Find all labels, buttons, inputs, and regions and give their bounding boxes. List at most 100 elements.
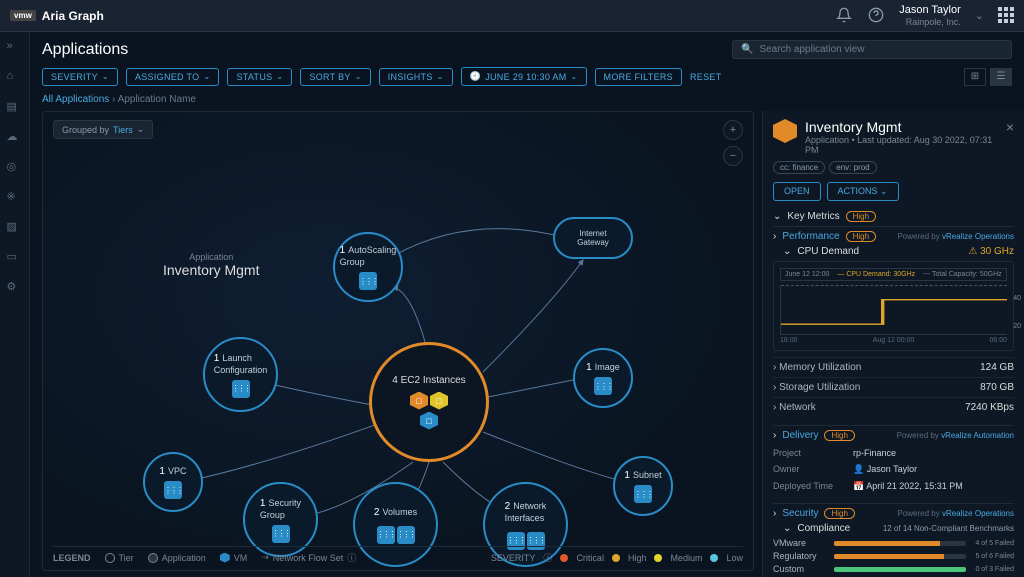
reset-button[interactable]: RESET [690, 72, 722, 82]
view-graph-button[interactable]: ⊞ [964, 68, 986, 86]
grid-icon [272, 525, 290, 543]
cloud-icon[interactable]: ☁ [7, 130, 23, 146]
apps-grid-icon[interactable] [998, 7, 1014, 23]
breadcrumb-root[interactable]: All Applications [42, 94, 109, 105]
zoom-in-button[interactable]: + [723, 120, 743, 140]
sidebar: » ⌂ ▤ ☁ ◎ ※ ▨ ▭ ⚙ [0, 32, 30, 577]
user-name: Jason Taylor [899, 4, 961, 17]
grid-icon [164, 481, 182, 499]
grid-icon [594, 377, 612, 395]
grouped-by-select[interactable]: Grouped by Tiers ⌄ [53, 120, 153, 139]
info-owner: Owner👤 Jason Taylor [773, 461, 1014, 478]
product-logo[interactable]: vmw Aria Graph [10, 9, 104, 23]
key-metrics-header[interactable]: ⌄ Key Metrics High [773, 211, 1014, 222]
node-subnet[interactable]: 1 Subnet [613, 456, 673, 516]
grid-icon [397, 526, 415, 544]
breadcrumb: All Applications › Application Name [30, 94, 1024, 111]
close-icon[interactable]: × [1006, 119, 1014, 135]
chevron-down-icon: ⌄ [102, 72, 109, 81]
app-label: Application Inventory Mgmt [163, 252, 259, 278]
compliance-regulatory: Regulatory5 of 6 Failed [773, 551, 1014, 561]
node-autoscaling[interactable]: 1 AutoScaling Group [333, 232, 403, 302]
filter-severity[interactable]: SEVERITY⌄ [42, 68, 118, 86]
legend: LEGEND Tier Application VM ⇢Network Flow… [53, 546, 743, 564]
metric-network[interactable]: › Network7240 KBps [773, 397, 1014, 417]
chevron-down-icon: ⌄ [137, 124, 145, 135]
filter-assigned[interactable]: ASSIGNED TO⌄ [126, 68, 220, 86]
zoom-out-button[interactable]: − [723, 146, 743, 166]
powered-link[interactable]: vRealize Operations [942, 232, 1014, 241]
info-icon[interactable]: ⓘ [543, 551, 552, 564]
grid-icon [634, 485, 652, 503]
link-icon[interactable]: ※ [7, 190, 23, 206]
filter-insights[interactable]: INSIGHTS⌄ [379, 68, 453, 86]
delivery-header[interactable]: › Delivery High Powered by vRealize Auto… [773, 425, 1014, 441]
hex-icon: □ [420, 412, 438, 430]
filter-date[interactable]: 🕘JUNE 29 10:30 AM⌄ [461, 67, 587, 86]
panel-subtitle: Application • Last updated: Aug 30 2022,… [805, 135, 998, 155]
security-header[interactable]: › Security High Powered by vRealize Oper… [773, 503, 1014, 519]
detail-panel: Inventory Mgmt Application • Last update… [762, 111, 1024, 577]
cpu-demand-header[interactable]: ⌄ CPU Demand⚠ 30 GHz [773, 246, 1014, 257]
chevron-down-icon: ⌄ [571, 72, 578, 81]
gear-icon[interactable]: ⚙ [7, 280, 23, 296]
collapse-icon[interactable]: » [7, 40, 23, 56]
graph-canvas[interactable]: Grouped by Tiers ⌄ + − [42, 111, 754, 571]
flow-icon: ⇢ [261, 552, 269, 563]
vm-icon [220, 553, 230, 563]
powered-link[interactable]: vRealize Operations [942, 509, 1014, 518]
compliance-custom: Custom0 of 3 Failed [773, 564, 1014, 574]
page-title: Applications [42, 41, 128, 59]
main: Applications 🔍 Search application view S… [30, 32, 1024, 577]
compliance-header[interactable]: ⌄ Compliance12 of 14 Non-Compliant Bench… [773, 523, 1014, 534]
node-vpc[interactable]: 1 VPC [143, 452, 203, 512]
logo-badge: vmw [10, 10, 36, 21]
info-icon[interactable]: ⓘ [347, 551, 356, 564]
home-icon[interactable]: ⌂ [7, 70, 23, 86]
monitor-icon[interactable]: ▭ [7, 250, 23, 266]
chevron-down-icon[interactable]: ⌄ [975, 9, 984, 22]
help-icon[interactable] [867, 6, 885, 24]
metric-storage[interactable]: › Storage Utilization870 GB [773, 377, 1014, 397]
filter-status[interactable]: STATUS⌄ [227, 68, 292, 86]
metric-memory[interactable]: › Memory Utilization124 GB [773, 357, 1014, 377]
cpu-chart: June 12 12:00— CPU Demand: 30GHz--- Tota… [773, 261, 1014, 351]
node-launch-config[interactable]: 1 Launch Configuration [203, 337, 278, 412]
tag[interactable]: env: prod [829, 161, 876, 174]
filter-sort[interactable]: SORT BY⌄ [300, 68, 370, 86]
hex-icon: □ [410, 392, 428, 410]
app-hex-icon [773, 119, 797, 143]
search-icon: 🔍 [741, 44, 753, 55]
chart-icon[interactable]: ▨ [7, 220, 23, 236]
layers-icon[interactable]: ▤ [7, 100, 23, 116]
tier-icon [105, 553, 115, 563]
open-button[interactable]: OPEN [773, 182, 821, 201]
grid-icon [359, 272, 377, 290]
target-icon[interactable]: ◎ [7, 160, 23, 176]
grid-icon [232, 380, 250, 398]
product-name: Aria Graph [42, 9, 104, 23]
hex-icon: □ [430, 392, 448, 410]
filter-more[interactable]: MORE FILTERS [595, 68, 682, 86]
user-org: Rainpole, Inc. [906, 17, 961, 28]
powered-link[interactable]: vRealize Automation [941, 431, 1014, 440]
search-input[interactable]: 🔍 Search application view [732, 40, 1012, 59]
performance-header[interactable]: › Performance High Powered by vRealize O… [773, 226, 1014, 242]
bell-icon[interactable] [835, 6, 853, 24]
node-internet-gateway[interactable]: InternetGateway [553, 217, 633, 259]
node-image[interactable]: 1 Image [573, 348, 633, 408]
view-list-button[interactable]: ☰ [990, 68, 1012, 86]
user-menu[interactable]: Jason Taylor Rainpole, Inc. [899, 4, 961, 28]
search-placeholder: Search application view [759, 44, 864, 55]
application-icon [148, 553, 158, 563]
chevron-down-icon: ⌄ [437, 72, 444, 81]
actions-button[interactable]: ACTIONS ⌄ [827, 182, 899, 201]
panel-title: Inventory Mgmt [805, 119, 998, 135]
node-ec2-instances[interactable]: 4 EC2 Instances □ □ □ [369, 342, 489, 462]
grid-icon [377, 526, 395, 544]
chevron-down-icon: ⌄ [276, 72, 283, 81]
tag[interactable]: cc: finance [773, 161, 825, 174]
chevron-down-icon: ⌄ [203, 72, 210, 81]
topbar: vmw Aria Graph Jason Taylor Rainpole, In… [0, 0, 1024, 32]
info-project: Projectrp-Finance [773, 445, 1014, 461]
